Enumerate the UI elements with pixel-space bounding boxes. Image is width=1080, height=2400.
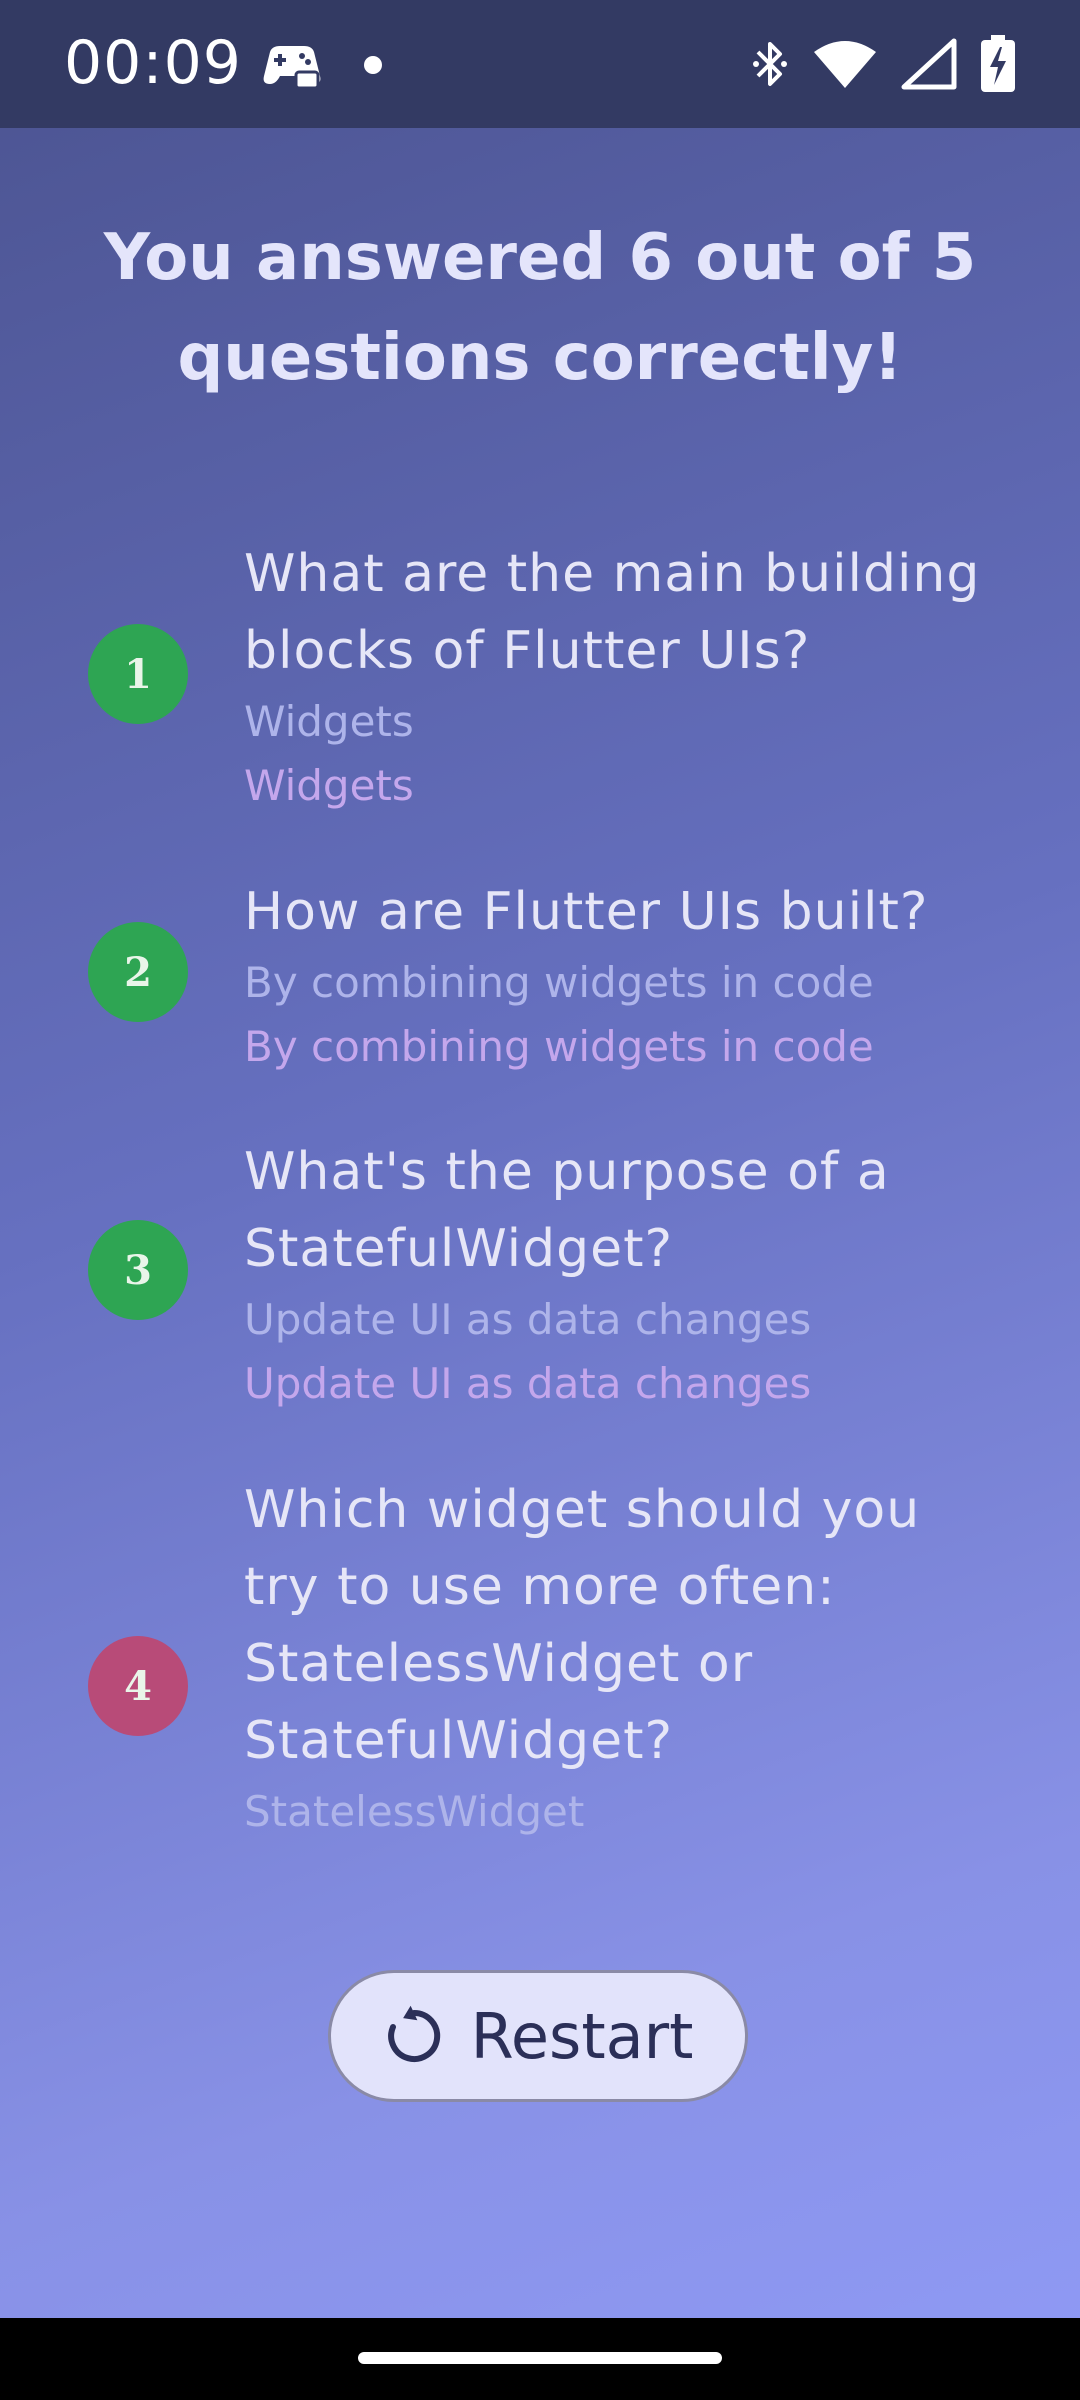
question-text: How are Flutter UIs built? xyxy=(244,882,929,942)
restart-button-label: Restart xyxy=(470,1999,694,2073)
status-bar: 00:09 xyxy=(0,0,1080,128)
user-answer: By combining widgets in code xyxy=(244,958,874,1007)
status-time: 00:09 xyxy=(64,28,242,98)
result-title: You answered 6 out of 5 questions correc… xyxy=(103,221,977,395)
question-number-badge: 1 xyxy=(88,624,188,724)
bluetooth-icon xyxy=(753,42,787,86)
question-text: Which widget should you try to use more … xyxy=(244,1480,921,1771)
user-answer: Update UI as data changes xyxy=(244,1295,812,1344)
correct-answer: Widgets xyxy=(244,761,414,810)
summary-item-text: What's the purpose of a StatefulWidget? … xyxy=(244,1134,984,1416)
summary-item-text: Which widget should you try to use more … xyxy=(244,1472,984,1844)
signal-icon xyxy=(901,38,957,90)
game-controller-icon xyxy=(263,46,321,90)
correct-answer: Update UI as data changes xyxy=(244,1359,812,1408)
summary-item-text: How are Flutter UIs built? By combining … xyxy=(244,874,984,1079)
restart-icon xyxy=(387,2005,440,2062)
question-text: What are the main building blocks of Flu… xyxy=(244,544,981,681)
user-answer: StatelessWidget xyxy=(244,1787,585,1836)
user-answer: Widgets xyxy=(244,697,414,746)
summary-item-text: What are the main building blocks of Flu… xyxy=(244,536,984,818)
home-indicator[interactable] xyxy=(358,2352,722,2364)
notification-dot-icon xyxy=(364,56,382,74)
correct-answer: By combining widgets in code xyxy=(244,1022,874,1071)
status-icons xyxy=(750,34,1016,94)
question-text: What's the purpose of a StatefulWidget? xyxy=(244,1142,890,1279)
question-number-badge: 3 xyxy=(88,1220,188,1320)
battery-charging-icon xyxy=(981,35,1015,92)
wifi-icon xyxy=(814,41,876,88)
question-number-badge: 2 xyxy=(88,922,188,1022)
restart-button[interactable]: Restart xyxy=(328,1970,748,2102)
quiz-results-screen: 00:09 You answered 6 out of 5 questions … xyxy=(0,0,1080,2400)
question-number-badge: 4 xyxy=(88,1636,188,1736)
